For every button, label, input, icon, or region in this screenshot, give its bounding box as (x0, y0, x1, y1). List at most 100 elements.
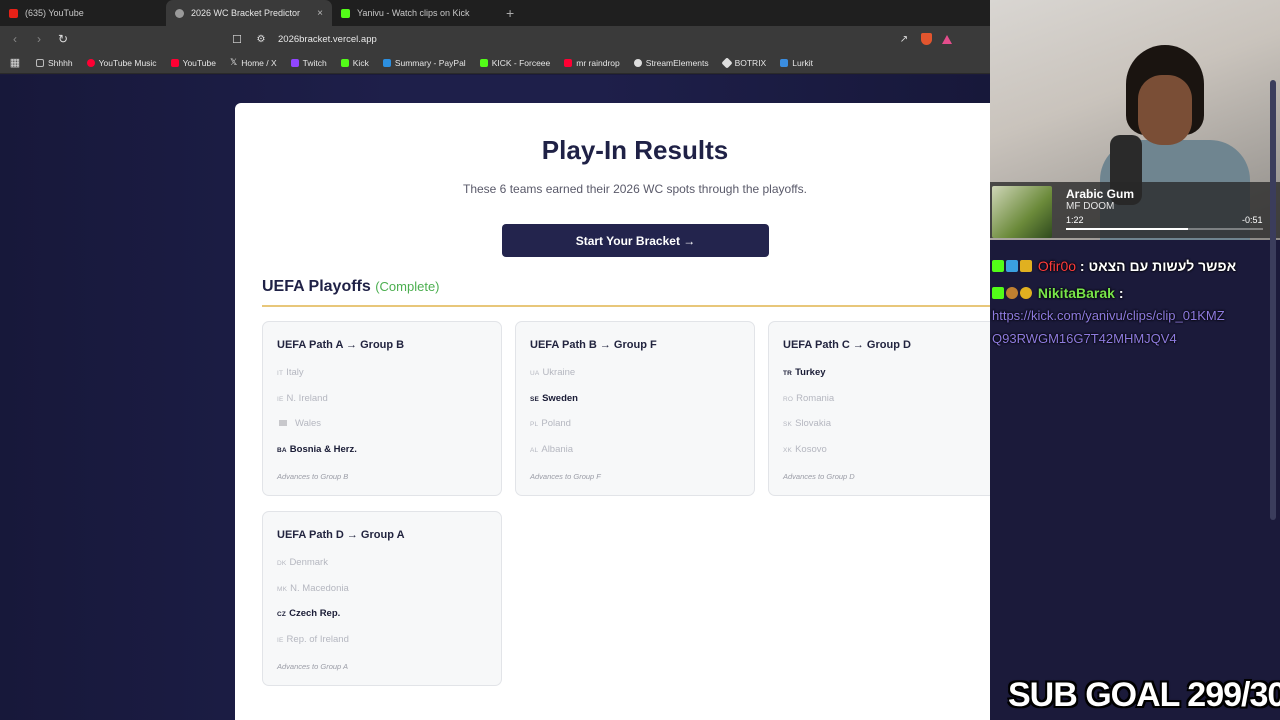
team-row: SK Slovakia (783, 418, 831, 429)
page-title: Play-In Results (541, 135, 729, 165)
path-title: UEFA Path B → Group F (530, 339, 657, 351)
share-icon[interactable]: ↗ (897, 34, 911, 45)
new-tab-button[interactable]: + (506, 5, 514, 21)
team-row-winner: SE Sweden (530, 393, 578, 404)
bookmark-icon[interactable]: ☐ (230, 33, 244, 46)
section-status: (Complete) (375, 279, 440, 294)
tab-title: 2026 WC Bracket Predictor (191, 8, 301, 18)
face (1138, 75, 1192, 145)
bookmark-lurkit[interactable]: Lurkit (780, 58, 813, 68)
site-settings-icon[interactable]: ⚙ (254, 34, 268, 45)
team-name: Bosnia & Herz. (289, 444, 357, 455)
chat-link[interactable]: https://kick.com/yanivu/clips/clip_01KMZ (992, 308, 1225, 323)
close-tab-icon[interactable]: × (317, 8, 323, 19)
bookmark-kick-forceee[interactable]: KICK - Forceee (479, 58, 550, 68)
team-row: IE Rep. of Ireland (277, 634, 349, 645)
team-name: Poland (541, 418, 571, 429)
team-name: N. Macedonia (290, 583, 349, 594)
start-bracket-button[interactable]: Start Your Bracket → (502, 224, 769, 257)
team-row: IT Italy (277, 367, 304, 378)
advances-note: Advances to Group B (277, 472, 349, 481)
youtube-icon (564, 58, 573, 67)
flag-code: UA (530, 370, 540, 377)
team-row: IE N. Ireland (277, 393, 328, 404)
bookmark-youtube-music[interactable]: YouTube Music (86, 58, 157, 68)
lurkit-icon (780, 58, 789, 67)
globe-icon (175, 8, 184, 18)
section-divider (262, 305, 990, 307)
address-toolbar: ‹ › ↻ ☐ ⚙ 2026bracket.vercel.app ↗ (0, 26, 990, 52)
wales-flag-icon (279, 420, 287, 426)
brave-shield-icon[interactable] (921, 33, 932, 45)
bookmark-kick[interactable]: Kick (340, 58, 369, 68)
flag-code: BA (277, 447, 287, 454)
streamelements-icon (633, 58, 642, 67)
tab-title: Yanivu - Watch clips on Kick (357, 8, 470, 18)
brave-rewards-icon[interactable] (942, 34, 952, 44)
coin-badge-icon (1020, 287, 1032, 299)
chat-overlay: Ofir0o : אפשר לעשות עם הצאט NikitaBarak … (990, 240, 1280, 370)
chat-link[interactable]: Q93RWGM16G7T42MHMJQV4 (992, 331, 1177, 346)
team-name: Ukraine (542, 367, 576, 378)
path-card-d: UEFA Path D → Group A DK Denmark MK N. Mac… (262, 511, 502, 686)
team-name: Rep. of Ireland (286, 634, 349, 645)
address-bar[interactable]: ☐ ⚙ 2026bracket.vercel.app (230, 29, 887, 49)
bookmark-streamelements[interactable]: StreamElements (633, 58, 709, 68)
tab-bracket-predictor[interactable]: 2026 WC Bracket Predictor × (166, 0, 332, 26)
path-title: UEFA Path D → Group A (277, 529, 405, 541)
flag-code: TR (783, 370, 793, 377)
section-title-text: UEFA Playoffs (262, 278, 371, 295)
results-panel: Play-In Results These 6 teams earned the… (235, 103, 990, 720)
reload-icon[interactable]: ↻ (56, 32, 70, 46)
team-name: Czech Rep. (289, 608, 341, 619)
folder-icon (36, 58, 44, 67)
flag-code: PL (530, 421, 539, 428)
team-name: Wales (295, 418, 322, 429)
flag-code: AL (530, 447, 539, 454)
back-icon[interactable]: ‹ (8, 32, 22, 46)
now-playing-widget: Arabic Gum MF DOOM 1:22 -0:51 (990, 182, 1280, 238)
bookmark-mr-raindrop[interactable]: mr raindrop (564, 58, 620, 68)
sub-badge-icon (1006, 260, 1018, 272)
team-row: PL Poland (530, 418, 571, 429)
path-title: UEFA Path A → Group B (277, 339, 405, 351)
forward-icon[interactable]: › (32, 32, 46, 46)
flag-code: IT (277, 370, 284, 377)
team-name: Italy (286, 367, 304, 378)
youtube-icon (9, 8, 18, 18)
flag-code: SE (530, 396, 540, 403)
tab-title: (635) YouTube (25, 8, 84, 18)
chat-username: Ofir0o (1037, 258, 1077, 274)
team-name: Kosovo (795, 444, 827, 455)
bookmark-x[interactable]: 𝕏 Home / X (230, 57, 277, 68)
team-name: Denmark (289, 557, 328, 568)
apps-grid-icon[interactable]: ▦ (8, 56, 22, 69)
progress-fill (1066, 228, 1189, 230)
bookmark-shhhh[interactable]: Shhhh (36, 58, 73, 68)
sub-goal: SUB GOAL 299/300 (1008, 676, 1280, 714)
team-row: DK Denmark (277, 557, 328, 568)
bookmark-paypal[interactable]: Summary - PayPal (382, 58, 466, 68)
paypal-icon (382, 58, 391, 67)
kick-badge-icon (992, 260, 1004, 272)
team-name: Sweden (542, 393, 578, 404)
kick-icon (341, 8, 350, 18)
team-row: UA Ukraine (530, 367, 575, 378)
tab-youtube[interactable]: (635) YouTube (0, 0, 166, 26)
url-text[interactable]: 2026bracket.vercel.app (278, 34, 377, 45)
kick-icon (479, 58, 488, 67)
team-name: Albania (541, 444, 574, 455)
gift-badge-icon (1020, 260, 1032, 272)
flag-code: MK (277, 586, 288, 593)
chat-message: Ofir0o : אפשר לעשות עם הצאט (992, 258, 1236, 274)
bookmark-youtube[interactable]: YouTube (170, 58, 216, 68)
bookmark-twitch[interactable]: Twitch (290, 58, 327, 68)
team-row: RO Romania (783, 393, 834, 404)
team-row-winner: CZ Czech Rep. (277, 608, 340, 619)
path-title: UEFA Path C → Group D (783, 339, 911, 351)
album-art (992, 186, 1052, 238)
path-card-c: UEFA Path C → Group D TR Turkey RO Romania… (768, 321, 990, 496)
bookmark-botrix[interactable]: BOTRIX (720, 56, 766, 69)
scrollbar[interactable] (1270, 80, 1276, 520)
tab-kick[interactable]: Yanivu - Watch clips on Kick (332, 0, 498, 26)
